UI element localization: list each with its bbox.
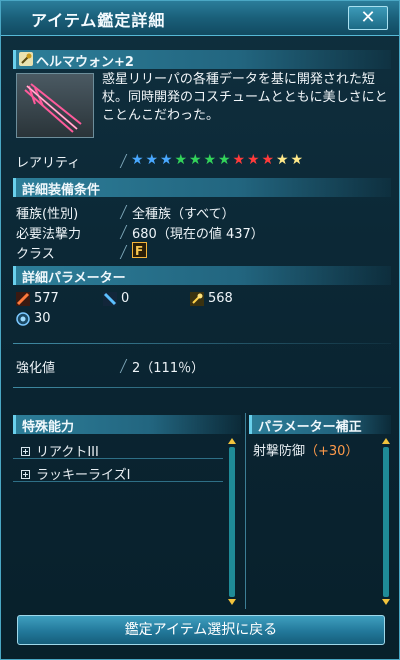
required-tech-label: 必要法撃力 xyxy=(16,227,82,242)
parameter-bonus-title: パラメーター補正 xyxy=(258,420,362,435)
item-appraisal-window: アイテム鑑定詳細 ✕ ヘルマウォン+2 惑星リリーパの各種データを基に開発された… xyxy=(0,0,400,660)
divider xyxy=(13,481,223,482)
special-abilities-panel: 特殊能力 リアクトIII ラッキーライズI xyxy=(13,411,241,609)
rarity-star-icon: ★ xyxy=(203,152,217,168)
divider xyxy=(13,387,391,388)
separator xyxy=(119,225,128,239)
technique-attack-icon xyxy=(190,292,204,306)
separator xyxy=(119,205,128,219)
divider xyxy=(13,458,223,459)
parameters-title: 詳細パラメーター xyxy=(22,271,126,286)
rarity-star-icon: ★ xyxy=(276,152,289,168)
svg-text:F: F xyxy=(135,244,143,258)
close-button[interactable]: ✕ xyxy=(348,6,388,30)
rarity-star-icon: ★ xyxy=(290,152,304,168)
race-label: 種族(性別) xyxy=(16,207,79,222)
scroll-up-icon[interactable] xyxy=(228,438,236,444)
scroll-down-icon[interactable] xyxy=(382,599,390,605)
item-name: ヘルマウォン+2 xyxy=(36,55,134,70)
equip-conditions-title: 詳細装備条件 xyxy=(22,183,101,198)
rarity-star-icon: ★ xyxy=(232,152,246,168)
pp-icon xyxy=(16,312,30,326)
striking-attack-icon xyxy=(16,292,30,306)
rarity-star-icon: ★ xyxy=(145,152,159,168)
window-title: アイテム鑑定詳細 xyxy=(31,11,166,30)
parameter-bonus-panel: パラメーター補正 射撃防御（+30） xyxy=(249,411,391,609)
scroll-up-icon[interactable] xyxy=(382,438,390,444)
rarity-star-icon: ★ xyxy=(174,152,188,168)
item-thumbnail xyxy=(16,73,94,138)
bonus-row: 射撃防御（+30） xyxy=(253,440,358,459)
rarity-star-icon: ★ xyxy=(131,152,144,168)
force-class-icon: F xyxy=(132,242,147,258)
divider xyxy=(13,343,391,344)
special-abilities-title: 特殊能力 xyxy=(22,420,75,435)
scrollbar[interactable] xyxy=(383,447,389,597)
scrollbar[interactable] xyxy=(229,447,235,597)
bonus-name: 射撃防御 xyxy=(253,444,306,459)
grind-label: 強化値 xyxy=(16,361,56,376)
striking-attack-value: 577 xyxy=(34,291,59,306)
technique-attack-value: 568 xyxy=(208,291,233,306)
bonus-value: （+30） xyxy=(305,444,359,459)
class-label: クラス xyxy=(16,247,55,262)
title-bar: アイテム鑑定詳細 ✕ xyxy=(1,1,399,36)
special-abilities-header: 特殊能力 xyxy=(13,415,241,435)
separator xyxy=(119,154,128,168)
rarity-star-icon: ★ xyxy=(247,152,260,168)
parameters-header: 詳細パラメーター xyxy=(13,266,391,286)
item-image xyxy=(24,83,82,133)
separator xyxy=(119,359,128,373)
item-name-header: ヘルマウォン+2 xyxy=(13,50,391,70)
rarity-label: レアリティ xyxy=(16,156,81,171)
separator xyxy=(119,245,128,259)
ranged-attack-value: 0 xyxy=(121,291,130,306)
rarity-star-icon: ★ xyxy=(261,152,275,168)
race-value: 全種族（すべて） xyxy=(132,207,235,222)
scroll-down-icon[interactable] xyxy=(228,599,236,605)
grind-value: 2（111％） xyxy=(132,361,205,376)
back-to-selection-button[interactable]: 鑑定アイテム選択に戻る xyxy=(17,615,385,645)
rarity-star-icon: ★ xyxy=(218,152,231,168)
equip-conditions-header: 詳細装備条件 xyxy=(13,178,391,198)
parameter-bonus-header: パラメーター補正 xyxy=(249,415,391,435)
required-tech-value: 680（現在の値 437） xyxy=(132,227,264,242)
rarity-star-icon: ★ xyxy=(160,152,173,168)
expand-icon xyxy=(21,447,30,456)
divider xyxy=(245,413,246,609)
expand-icon xyxy=(21,470,30,479)
item-description: 惑星リリーパの各種データを基に開発された短杖。同時開発のコスチュームとともに美し… xyxy=(102,72,388,123)
ranged-attack-icon xyxy=(103,292,117,306)
staff-icon xyxy=(19,52,33,66)
pp-value: 30 xyxy=(34,311,51,326)
rarity-star-icon: ★ xyxy=(189,152,202,168)
